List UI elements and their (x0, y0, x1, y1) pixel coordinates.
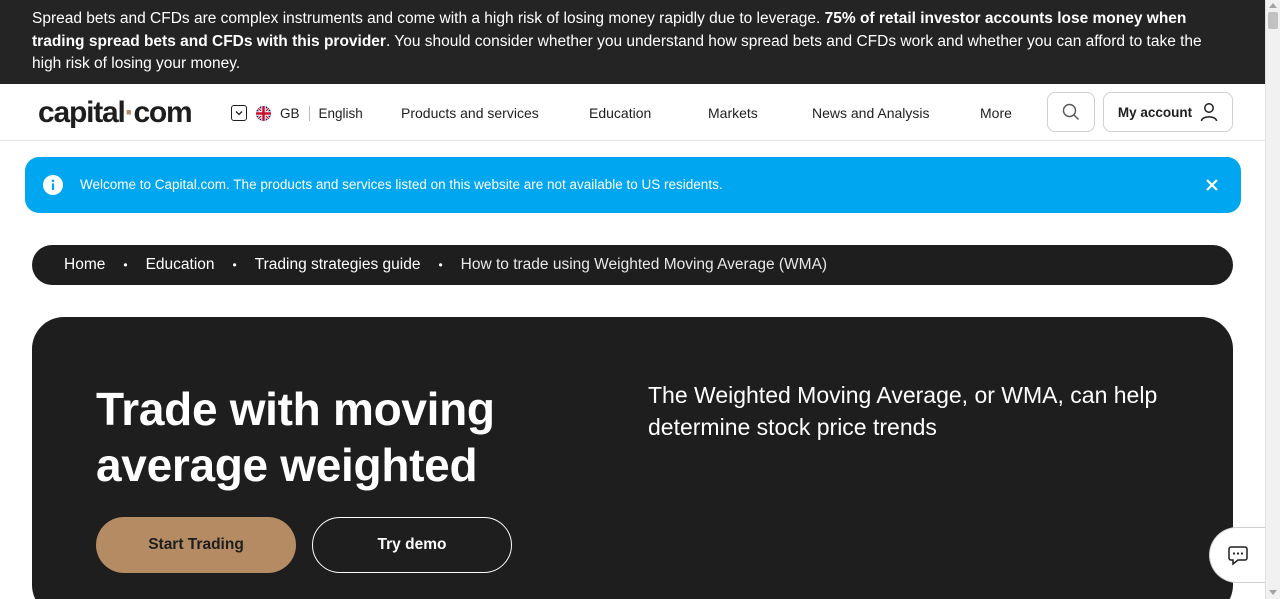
nav-products-and-services[interactable]: Products and services (401, 103, 539, 123)
info-icon (43, 175, 63, 195)
user-icon (1200, 103, 1218, 122)
risk-warning-banner: Spread bets and CFDs are complex instrum… (0, 0, 1265, 84)
main-navbar: capital·com GB English Products and serv… (0, 84, 1265, 141)
hero-title: Trade with moving average weighted (96, 383, 495, 491)
nav-education[interactable]: Education (589, 103, 651, 123)
breadcrumb-current-page: How to trade using Weighted Moving Avera… (460, 256, 828, 273)
hero-section: Trade with moving average weighted The W… (32, 317, 1233, 599)
start-trading-button[interactable]: Start Trading (96, 517, 296, 573)
region-code: GB (280, 105, 300, 121)
search-button[interactable] (1047, 92, 1095, 132)
breadcrumb-home[interactable]: Home (64, 256, 105, 274)
chat-icon (1227, 546, 1248, 566)
hero-subtitle: The Weighted Moving Average, or WMA, can… (648, 382, 1158, 440)
risk-warning-text: Spread bets and CFDs are complex instrum… (32, 10, 825, 27)
my-account-label: My account (1117, 104, 1193, 120)
search-icon (1062, 103, 1079, 120)
scrollbar-thumb[interactable] (1268, 12, 1278, 29)
nav-news-and-analysis[interactable]: News and Analysis (812, 103, 930, 123)
uk-flag-icon (256, 105, 271, 121)
region-language-selector[interactable]: GB English (231, 103, 363, 123)
live-chat-button[interactable] (1209, 527, 1265, 583)
nav-markets[interactable]: Markets (708, 103, 758, 123)
breadcrumb-trading-strategies-guide[interactable]: Trading strategies guide (255, 256, 421, 274)
chevron-down-icon (231, 105, 247, 121)
breadcrumb-education[interactable]: Education (146, 256, 215, 274)
scroll-down-arrow-icon[interactable] (1269, 590, 1277, 595)
nav-more[interactable]: More (980, 103, 1012, 123)
page-scrollbar[interactable] (1265, 0, 1280, 599)
region-divider (308, 105, 310, 121)
my-account-button[interactable]: My account (1103, 92, 1233, 132)
close-icon[interactable] (1205, 178, 1219, 192)
scroll-up-arrow-icon[interactable] (1269, 3, 1277, 8)
language-label: English (318, 105, 363, 121)
capital-com-logo[interactable]: capital·com (38, 96, 193, 130)
logo-text-part1: capital (38, 96, 126, 129)
logo-text-part2: com (133, 96, 192, 129)
breadcrumb-separator: • (232, 258, 237, 272)
breadcrumb-separator: • (438, 258, 443, 272)
notice-message: Welcome to Capital.com. The products and… (80, 177, 723, 192)
us-residents-notice: Welcome to Capital.com. The products and… (25, 157, 1241, 213)
breadcrumb: Home • Education • Trading strategies gu… (32, 245, 1233, 285)
breadcrumb-separator: • (123, 258, 128, 272)
try-demo-button[interactable]: Try demo (312, 517, 512, 573)
